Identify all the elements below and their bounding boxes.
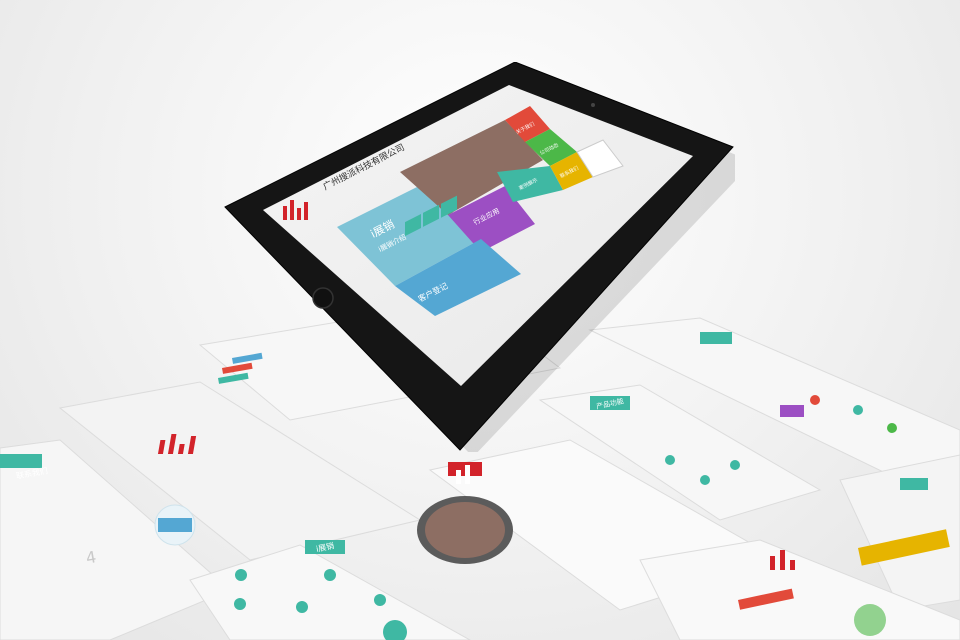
slide-bottom-left [189, 540, 472, 640]
tablet: 广州搜派科技有限公司 i展销 i展销介绍 客户登记 行业应用 关于我们 公司动态… [224, 62, 735, 452]
home-button-icon[interactable] [312, 287, 334, 309]
